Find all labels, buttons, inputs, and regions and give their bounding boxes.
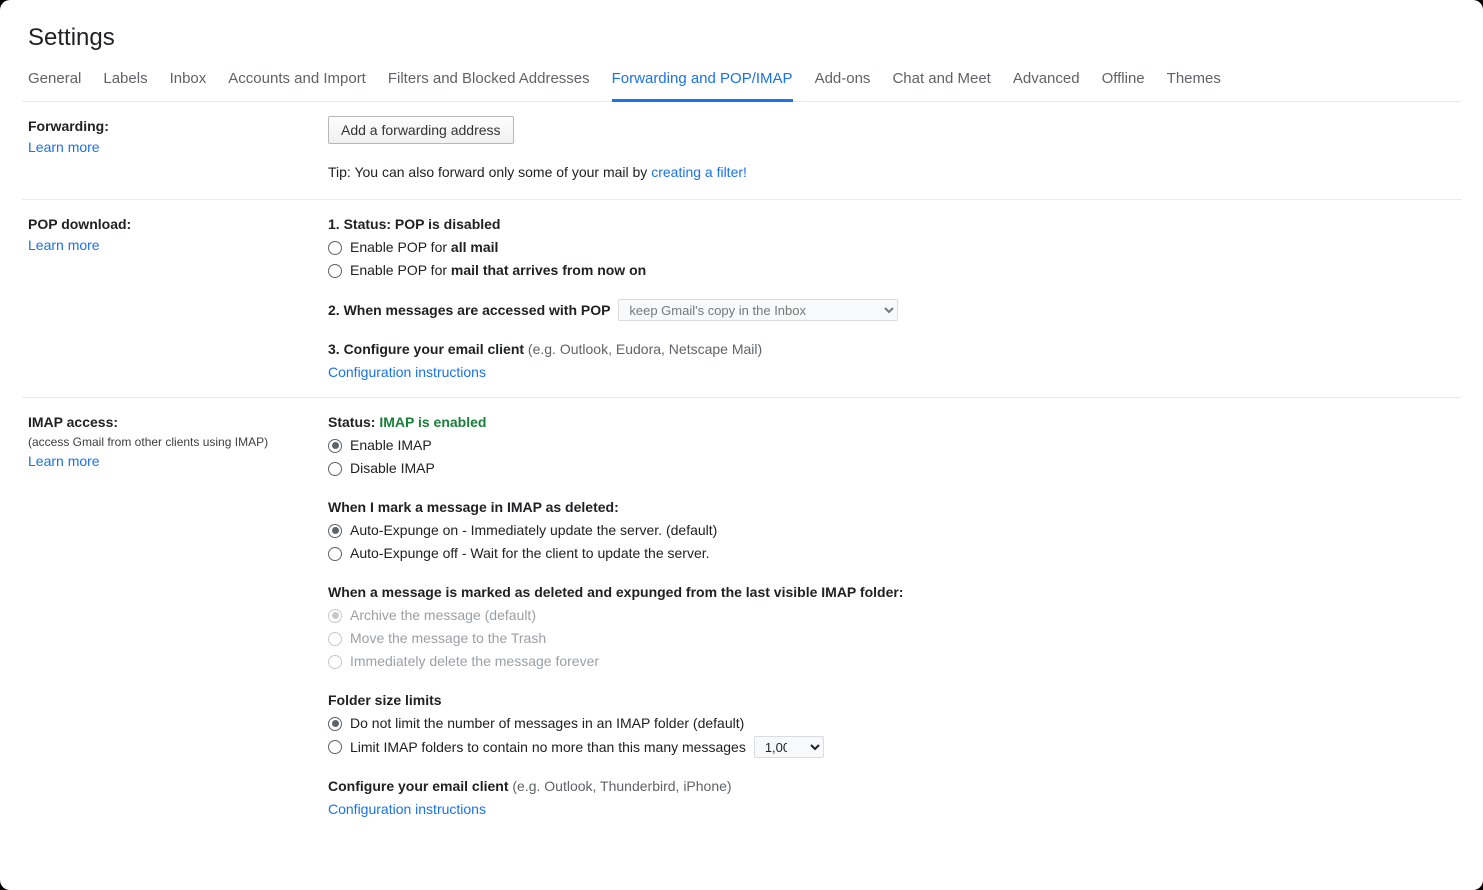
imap-delete-label: Immediately delete the message forever bbox=[350, 651, 599, 672]
imap-expunge-on-radio[interactable] bbox=[328, 524, 342, 538]
pop-enable-new-radio[interactable] bbox=[328, 264, 342, 278]
imap-folder-limit-radio[interactable] bbox=[328, 740, 342, 754]
imap-expunge-off-radio[interactable] bbox=[328, 547, 342, 561]
imap-folder-heading: Folder size limits bbox=[328, 690, 1455, 711]
tab-addons[interactable]: Add-ons bbox=[815, 70, 871, 102]
pop-label: POP download: bbox=[28, 214, 328, 235]
tab-advanced[interactable]: Advanced bbox=[1013, 70, 1080, 102]
tab-forwarding-pop-imap[interactable]: Forwarding and POP/IMAP bbox=[612, 70, 793, 102]
imap-folder-nolimit-label: Do not limit the number of messages in a… bbox=[350, 713, 744, 734]
pop-accessed-label: 2. When messages are accessed with POP bbox=[328, 302, 610, 318]
page-title: Settings bbox=[28, 24, 1461, 52]
pop-accessed-select[interactable]: keep Gmail's copy in the Inbox bbox=[618, 299, 898, 321]
pop-learn-more-link[interactable]: Learn more bbox=[28, 235, 328, 256]
pop-enable-new-bold: mail that arrives from now on bbox=[451, 262, 646, 278]
creating-filter-link[interactable]: creating a filter! bbox=[651, 164, 747, 180]
tab-inbox[interactable]: Inbox bbox=[170, 70, 207, 102]
imap-disable-label: Disable IMAP bbox=[350, 458, 435, 479]
imap-expunge-on-label: Auto-Expunge on - Immediately update the… bbox=[350, 520, 717, 541]
imap-delete-radio bbox=[328, 655, 342, 669]
imap-trash-radio bbox=[328, 632, 342, 646]
tab-accounts-import[interactable]: Accounts and Import bbox=[228, 70, 366, 102]
pop-enable-all-bold: all mail bbox=[451, 239, 498, 255]
imap-disable-radio[interactable] bbox=[328, 462, 342, 476]
settings-tabs: General Labels Inbox Accounts and Import… bbox=[22, 70, 1461, 102]
section-pop: POP download: Learn more 1. Status: POP … bbox=[22, 200, 1461, 398]
pop-configuration-link[interactable]: Configuration instructions bbox=[328, 362, 1455, 383]
imap-label: IMAP access: bbox=[28, 412, 328, 433]
forwarding-label: Forwarding: bbox=[28, 116, 328, 137]
imap-deleted-heading: When I mark a message in IMAP as deleted… bbox=[328, 497, 1455, 518]
pop-status-value: POP is disabled bbox=[395, 216, 501, 232]
pop-enable-new-prefix: Enable POP for bbox=[350, 262, 451, 278]
imap-folder-limit-select[interactable]: 1,000 bbox=[754, 736, 824, 758]
tab-chat-meet[interactable]: Chat and Meet bbox=[892, 70, 990, 102]
imap-trash-label: Move the message to the Trash bbox=[350, 628, 546, 649]
imap-enable-label: Enable IMAP bbox=[350, 435, 432, 456]
tab-themes[interactable]: Themes bbox=[1167, 70, 1221, 102]
section-imap: IMAP access: (access Gmail from other cl… bbox=[22, 398, 1461, 834]
pop-enable-all-radio[interactable] bbox=[328, 241, 342, 255]
imap-configuration-link[interactable]: Configuration instructions bbox=[328, 799, 1455, 820]
tab-filters[interactable]: Filters and Blocked Addresses bbox=[388, 70, 590, 102]
section-forwarding: Forwarding: Learn more Add a forwarding … bbox=[22, 102, 1461, 200]
tab-offline[interactable]: Offline bbox=[1102, 70, 1145, 102]
pop-configure-muted: (e.g. Outlook, Eudora, Netscape Mail) bbox=[524, 341, 762, 357]
imap-folder-nolimit-radio[interactable] bbox=[328, 717, 342, 731]
imap-archive-radio bbox=[328, 609, 342, 623]
forwarding-tip-text: Tip: You can also forward only some of y… bbox=[328, 164, 651, 180]
pop-configure-bold: 3. Configure your email client bbox=[328, 341, 524, 357]
imap-subnote: (access Gmail from other clients using I… bbox=[28, 433, 328, 451]
imap-learn-more-link[interactable]: Learn more bbox=[28, 451, 328, 472]
imap-configure-muted: (e.g. Outlook, Thunderbird, iPhone) bbox=[508, 778, 731, 794]
imap-status-value: IMAP is enabled bbox=[379, 414, 486, 430]
imap-folder-limit-label: Limit IMAP folders to contain no more th… bbox=[350, 737, 746, 758]
imap-expunged-heading: When a message is marked as deleted and … bbox=[328, 582, 1455, 603]
tab-general[interactable]: General bbox=[28, 70, 81, 102]
imap-status-prefix: Status: bbox=[328, 414, 379, 430]
pop-status-prefix: 1. Status: bbox=[328, 216, 395, 232]
tab-labels[interactable]: Labels bbox=[103, 70, 147, 102]
imap-configure-bold: Configure your email client bbox=[328, 778, 508, 794]
imap-enable-radio[interactable] bbox=[328, 439, 342, 453]
imap-archive-label: Archive the message (default) bbox=[350, 605, 536, 626]
forwarding-learn-more-link[interactable]: Learn more bbox=[28, 137, 328, 158]
pop-enable-all-prefix: Enable POP for bbox=[350, 239, 451, 255]
add-forwarding-address-button[interactable]: Add a forwarding address bbox=[328, 116, 514, 144]
imap-expunge-off-label: Auto-Expunge off - Wait for the client t… bbox=[350, 543, 710, 564]
